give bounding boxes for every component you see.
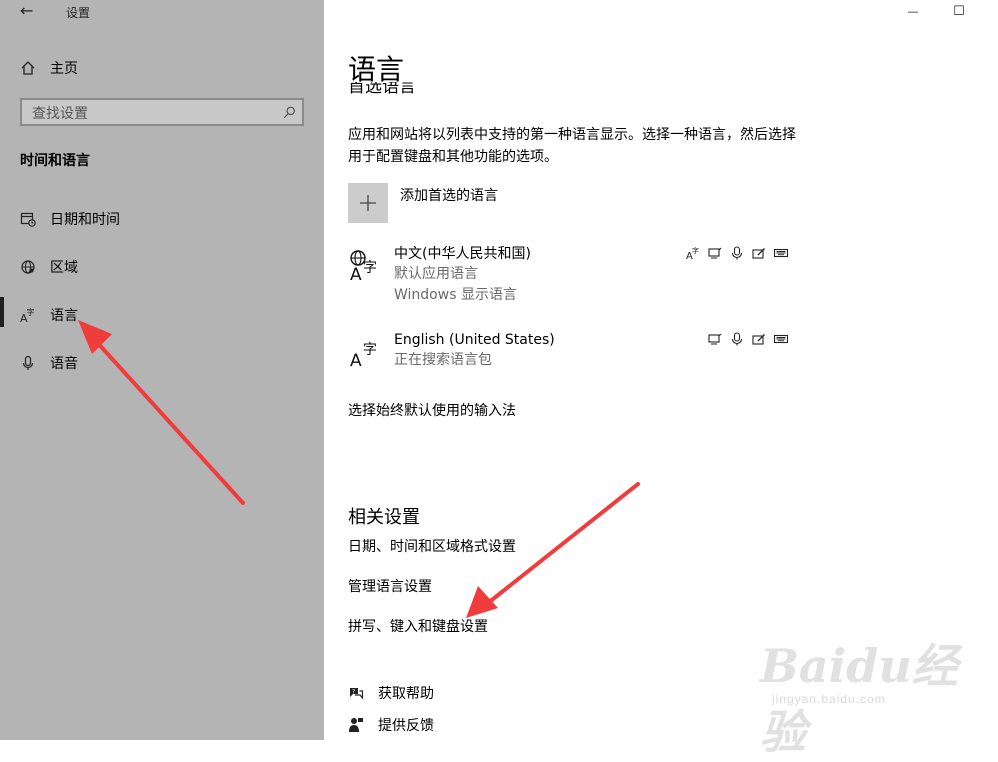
- language-name: English (United States): [394, 332, 555, 348]
- sidebar-item-region[interactable]: 区域: [20, 257, 78, 277]
- display-language-icon: A 字: [686, 246, 699, 260]
- back-arrow-icon[interactable]: ←: [20, 1, 33, 20]
- sidebar-item-label: 区域: [50, 260, 78, 276]
- sidebar-item-speech[interactable]: 语音: [20, 353, 78, 373]
- app-title: 设置: [66, 6, 91, 20]
- svg-text:字: 字: [27, 307, 35, 317]
- languages-description: 应用和网站将以列表中支持的第一种语言显示。选择一种语言，然后选择用于配置键盘和其…: [348, 127, 796, 165]
- microphone-icon: [22, 355, 34, 370]
- language-status: Windows 显示语言: [394, 287, 517, 303]
- get-help-label: 获取帮助: [378, 686, 434, 702]
- preferred-languages-heading-text: 首选语言: [348, 82, 416, 97]
- related-link-typing-keyboard[interactable]: 拼写、键入和键盘设置: [348, 616, 488, 636]
- keyboard-icon: [774, 334, 788, 344]
- plus-icon: [348, 183, 388, 223]
- sidebar-item-date-time[interactable]: 日期和时间: [20, 209, 120, 229]
- search-box[interactable]: [20, 98, 304, 126]
- add-language-button[interactable]: 添加首选的语言: [348, 183, 498, 223]
- maximize-button[interactable]: ☐: [936, 0, 982, 22]
- add-language-label: 添加首选的语言: [400, 188, 498, 204]
- get-help-link[interactable]: ? 获取帮助: [348, 683, 434, 703]
- feedback-person-icon: [349, 718, 363, 732]
- give-feedback-label: 提供反馈: [378, 718, 434, 734]
- text-to-speech-icon: [708, 333, 722, 345]
- maximize-icon: ☐: [953, 3, 965, 19]
- section-title: 时间和语言: [20, 153, 90, 169]
- sidebar-item-label: 语音: [50, 356, 78, 372]
- language-item-chinese[interactable]: A 字 中文(中华人民共和国) 默认应用语言 Windows 显示语言 A 字: [348, 244, 788, 304]
- nav-home[interactable]: 主页: [20, 58, 78, 78]
- language-icon: A 字: [350, 342, 377, 368]
- handwriting-icon: [752, 248, 765, 259]
- language-feature-icons: [708, 332, 788, 346]
- minimize-icon: —: [907, 4, 919, 18]
- language-status: 正在搜索语言包: [394, 352, 492, 368]
- default-input-method-link[interactable]: 选择始终默认使用的输入法: [348, 400, 516, 420]
- svg-text:字: 字: [363, 342, 377, 358]
- handwriting-icon: [752, 334, 765, 345]
- language-icon: A 字: [20, 307, 35, 323]
- home-icon: [21, 61, 35, 75]
- svg-text:A: A: [350, 351, 362, 368]
- search-input[interactable]: [30, 104, 274, 124]
- speech-recognition-icon: [731, 246, 743, 260]
- give-feedback-link[interactable]: 提供反馈: [348, 715, 434, 735]
- language-display-icon: A 字: [350, 250, 377, 282]
- sidebar: ← 设置 主页 时间和语言 日期和时间 区域: [0, 0, 324, 740]
- language-name: 中文(中华人民共和国): [394, 246, 531, 262]
- language-status: 默认应用语言: [394, 266, 478, 282]
- related-link-manage-language[interactable]: 管理语言设置: [348, 576, 432, 596]
- sidebar-item-language[interactable]: A 字 语言: [0, 297, 78, 327]
- sidebar-item-label: 语言: [50, 308, 78, 324]
- nav-home-label: 主页: [50, 61, 78, 77]
- globe-icon: [21, 260, 35, 274]
- svg-text:?: ?: [352, 688, 355, 695]
- sidebar-item-label: 日期和时间: [50, 212, 120, 228]
- svg-text:A: A: [350, 265, 362, 282]
- help-chat-icon: ?: [350, 688, 364, 700]
- keyboard-icon: [774, 248, 788, 258]
- text-to-speech-icon: [708, 247, 722, 259]
- svg-text:字: 字: [692, 246, 699, 255]
- language-feature-icons: A 字: [686, 246, 788, 260]
- svg-text:字: 字: [363, 260, 377, 276]
- speech-recognition-icon: [731, 332, 743, 346]
- language-item-english[interactable]: A 字 English (United States) 正在搜索语言包: [348, 330, 788, 370]
- related-link-date-region-format[interactable]: 日期、时间和区域格式设置: [348, 536, 516, 556]
- related-settings-title: 相关设置: [348, 507, 420, 528]
- search-icon[interactable]: [283, 106, 296, 119]
- minimize-button[interactable]: —: [890, 0, 936, 22]
- preferred-languages-heading: 首选语言: [348, 82, 416, 100]
- clock-calendar-icon: [20, 212, 36, 227]
